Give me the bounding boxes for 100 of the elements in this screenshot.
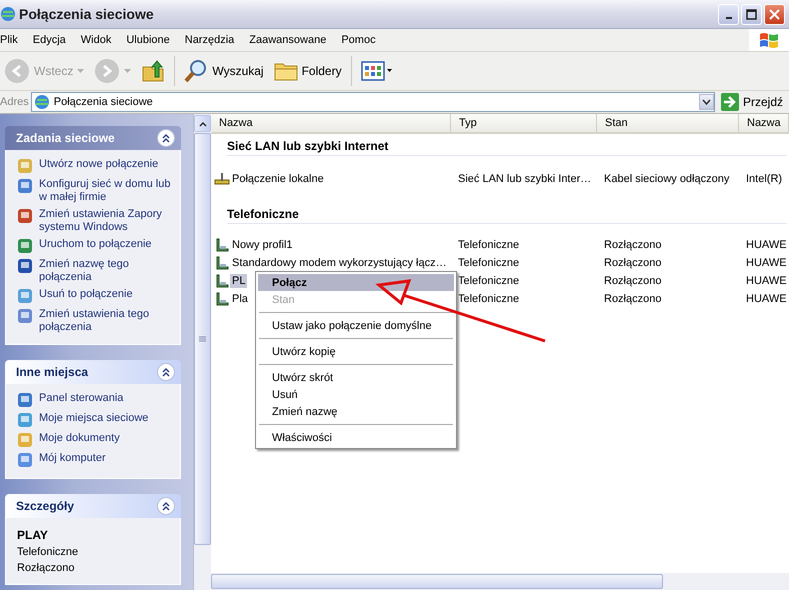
task-link[interactable]: Usuń to połączenie [17, 288, 174, 304]
table-cell-text: HUAWE [745, 293, 788, 305]
task-icon [17, 178, 33, 194]
task-link[interactable]: Moje miejsca sieciowe [17, 412, 174, 428]
menu-item[interactable]: Narzędzia [184, 34, 242, 46]
task-icon [17, 432, 33, 448]
connection-name[interactable]: Połączenie lokalne [230, 172, 326, 186]
context-menu-item[interactable]: Utwórz kopię [258, 343, 454, 360]
column-header[interactable]: Nazwa [211, 114, 451, 132]
windows-flag-logo [749, 29, 789, 51]
network-globe-icon [34, 94, 50, 110]
task-icon [17, 452, 33, 468]
table-cell-text: Telefoniczne [457, 275, 520, 287]
vertical-scrollbar[interactable] [193, 114, 211, 590]
task-link[interactable]: Moje dokumenty [17, 432, 174, 448]
caret-icon [702, 99, 711, 105]
table-cell-text: Telefoniczne [457, 293, 520, 305]
table-cell-text: Intel(R) [745, 173, 784, 185]
caret-icon [77, 69, 84, 73]
task-icon [17, 392, 33, 408]
table-cell-text: Rozłączono [603, 275, 662, 287]
task-icon [17, 208, 33, 224]
arrow-icon [720, 93, 739, 111]
go-button[interactable]: Przejdź [716, 93, 789, 111]
table-cell-text: HUAWE [745, 257, 788, 269]
task-link[interactable]: Zmień ustawienia tego połączenia [17, 308, 174, 334]
task-icon [17, 158, 33, 174]
task-link[interactable]: Mój komputer [17, 452, 174, 468]
minimize-button[interactable] [718, 4, 739, 24]
menu-item[interactable]: Plik [0, 34, 25, 46]
details-line: Telefoniczne [17, 546, 80, 558]
group-heading: Sieć LAN lub szybki Internet [227, 139, 787, 156]
connection-name[interactable]: Pla [230, 292, 250, 306]
task-link[interactable]: Panel sterowania [17, 392, 174, 408]
search-icon [184, 59, 208, 83]
phone-connection-icon [214, 291, 230, 307]
context-menu-item[interactable]: Ustaw jako połączenie domyślne [258, 317, 454, 334]
panel-title: Zadania sieciowe [16, 131, 115, 145]
column-header[interactable]: Stan [597, 114, 739, 132]
task-link[interactable]: Konfiguruj sieć w domu lub w małej firmie [17, 178, 174, 204]
phone-connection-icon [214, 237, 230, 253]
panel-title: Szczegóły [16, 499, 74, 513]
table-cell-text: Rozłączono [603, 293, 662, 305]
folders-button[interactable]: Foldery [270, 55, 346, 87]
details-name: PLAY [17, 528, 49, 542]
task-link[interactable]: Zmień ustawienia Zapory systemu Windows [17, 208, 174, 234]
context-menu-item[interactable]: Utwórz skrót [258, 369, 454, 386]
search-button[interactable]: Wyszukaj [180, 55, 268, 87]
task-icon [17, 258, 33, 274]
dropdown-button[interactable] [698, 94, 714, 110]
close-button[interactable] [764, 4, 785, 24]
chevron-icon [161, 501, 171, 511]
connection-name[interactable]: PL [230, 274, 248, 288]
task-link[interactable]: Zmień nazwę tego połączenia [17, 258, 174, 284]
column-header[interactable]: Nazwa [739, 114, 789, 132]
task-link[interactable]: Uruchom to połączenie [17, 238, 174, 254]
task-icon [17, 412, 33, 428]
task-link[interactable]: Utwórz nowe połączenie [17, 158, 174, 174]
context-menu-item[interactable]: Właściwości [258, 429, 454, 446]
phone-connection-icon [214, 273, 230, 289]
context-menu-item[interactable]: Połącz [258, 274, 454, 291]
minimize-icon [726, 17, 732, 19]
chevron-icon [161, 367, 171, 377]
collapse-button[interactable] [157, 497, 175, 515]
grip-icon [199, 336, 206, 342]
panel-title: Inne miejsca [16, 365, 88, 379]
phone-connection-icon [214, 255, 230, 271]
details-line: Rozłączono [17, 562, 76, 574]
table-cell-text: Telefoniczne [457, 257, 520, 269]
menu-item[interactable]: Ulubione [126, 34, 177, 46]
collapse-button[interactable] [157, 363, 175, 381]
table-cell-text: HUAWE [745, 275, 788, 287]
table-cell-text: Kabel sieciowy odłączony [603, 173, 730, 185]
network-globe-icon [0, 6, 16, 22]
table-cell-text: Sieć LAN lub szybki Inter… [457, 173, 592, 185]
folder-up-icon [141, 59, 166, 83]
connection-name[interactable]: Nowy profil1 [230, 238, 295, 252]
task-icon [17, 308, 33, 324]
scroll-up-icon [198, 120, 206, 126]
collapse-button[interactable] [157, 129, 175, 147]
table-cell-text: HUAWE [745, 239, 788, 251]
menu-item[interactable]: Zaawansowane [249, 34, 334, 46]
table-cell-text: Telefoniczne [457, 239, 520, 251]
horizontal-scrollbar[interactable] [211, 573, 789, 590]
close-icon [769, 8, 780, 20]
network-plug-icon [214, 171, 230, 187]
context-menu-item[interactable]: Zmień nazwę [258, 403, 454, 420]
menu-item[interactable]: Edycja [32, 34, 73, 46]
group-heading: Telefoniczne [227, 207, 787, 224]
task-icon [17, 288, 33, 304]
table-cell-text: Rozłączono [603, 257, 662, 269]
table-cell-text: Rozłączono [603, 239, 662, 251]
column-header[interactable]: Typ [451, 114, 597, 132]
menu-item[interactable]: Widok [80, 34, 118, 46]
maximize-button[interactable] [741, 4, 762, 24]
maximize-icon [746, 8, 757, 20]
menu-item[interactable]: Pomoc [341, 34, 383, 46]
connection-name[interactable]: Standardowy modem wykorzystujący łącz… [230, 256, 449, 270]
context-menu-item[interactable]: Usuń [258, 386, 454, 403]
address-field[interactable]: Połączenia sieciowe [30, 92, 715, 112]
